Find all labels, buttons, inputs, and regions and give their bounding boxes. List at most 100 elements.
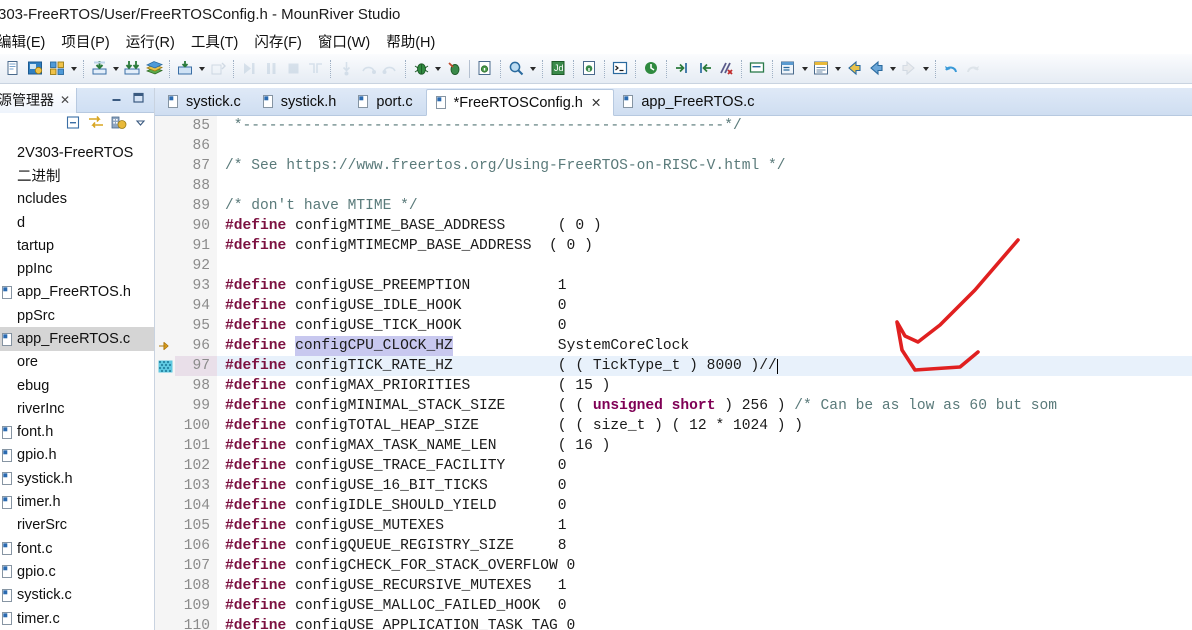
code-text[interactable]: #define configUSE_PREEMPTION 1: [217, 276, 1192, 296]
tree-item-7[interactable]: ppSrc: [0, 304, 154, 327]
tree-item-6[interactable]: app_FreeRTOS.h: [0, 281, 154, 304]
disconnect-icon[interactable]: [304, 58, 326, 80]
view-chevron-icon[interactable]: [134, 116, 147, 134]
chevron-down-icon[interactable]: [920, 67, 931, 71]
code-text[interactable]: *---------------------------------------…: [217, 116, 1192, 136]
view-menu-icon[interactable]: [111, 115, 127, 135]
forward-icon[interactable]: [865, 58, 887, 80]
code-line-103[interactable]: 103 #define configUSE_16_BIT_TICKS 0: [155, 476, 1192, 496]
chevron-down-icon[interactable]: [832, 67, 843, 71]
new-project-icon[interactable]: [24, 58, 46, 80]
code-line-110[interactable]: 110 #define configUSE_APPLICATION_TASK_TA…: [155, 616, 1192, 630]
debug-icon[interactable]: [410, 58, 432, 80]
breakpoint-marker-icon[interactable]: [155, 356, 175, 376]
close-icon[interactable]: ✕: [591, 95, 601, 110]
new-editor-icon[interactable]: [777, 58, 799, 80]
jump-arrow-marker-icon[interactable]: [155, 336, 175, 356]
chevron-down-icon[interactable]: [196, 67, 207, 71]
new-file-icon[interactable]: [2, 58, 24, 80]
menu-help[interactable]: 帮助(H): [386, 30, 442, 53]
code-text[interactable]: #define configTICK_RATE_HZ ( ( TickType_…: [217, 356, 1192, 376]
code-text[interactable]: [217, 136, 1192, 156]
chevron-down-icon[interactable]: [432, 67, 443, 71]
editor-tab-1[interactable]: systick.h: [254, 88, 350, 115]
editor-tab-2[interactable]: port.c: [349, 88, 425, 115]
build-all-icon[interactable]: [121, 58, 143, 80]
suspend-icon[interactable]: [260, 58, 282, 80]
editor-tab-3[interactable]: *FreeRTOSConfig.h ✕: [425, 89, 615, 116]
code-text[interactable]: #define configCPU_CLOCK_HZ SystemCoreClo…: [217, 336, 1192, 356]
tree-item-9[interactable]: ore: [0, 351, 154, 374]
tree-item-14[interactable]: systick.h: [0, 467, 154, 490]
code-line-106[interactable]: 106 #define configQUEUE_REGISTRY_SIZE 8: [155, 536, 1192, 556]
search-icon[interactable]: [505, 58, 527, 80]
chevron-down-icon[interactable]: [110, 67, 121, 71]
step-over-icon[interactable]: [357, 58, 379, 80]
code-line-86[interactable]: 86: [155, 136, 1192, 156]
code-line-107[interactable]: 107 #define configCHECK_FOR_STACK_OVERFLO…: [155, 556, 1192, 576]
resume-icon[interactable]: [238, 58, 260, 80]
menu-edit[interactable]: 编辑(E): [0, 30, 52, 53]
menu-tools[interactable]: 工具(T): [191, 30, 246, 53]
step-into-icon[interactable]: [335, 58, 357, 80]
download-icon[interactable]: [88, 58, 110, 80]
minimize-icon[interactable]: [110, 91, 123, 109]
code-text[interactable]: #define configMINIMAL_STACK_SIZE ( ( uns…: [217, 396, 1192, 416]
code-line-96[interactable]: 96 #define configCPU_CLOCK_HZ SystemCoreC…: [155, 336, 1192, 356]
code-line-101[interactable]: 101 #define configMAX_TASK_NAME_LEN ( 16 …: [155, 436, 1192, 456]
code-line-95[interactable]: 95 #define configUSE_TICK_HOOK 0: [155, 316, 1192, 336]
editor-tab-0[interactable]: systick.c: [159, 88, 254, 115]
code-text[interactable]: #define configQUEUE_REGISTRY_SIZE 8: [217, 536, 1192, 556]
code-line-102[interactable]: 102 #define configUSE_TRACE_FACILITY 0: [155, 456, 1192, 476]
redo-icon[interactable]: [962, 58, 984, 80]
code-text[interactable]: #define configMAX_PRIORITIES ( 15 ): [217, 376, 1192, 396]
code-text[interactable]: #define configUSE_APPLICATION_TASK_TAG 0: [217, 616, 1192, 630]
library-icon[interactable]: [143, 58, 165, 80]
code-line-87[interactable]: 87 /* See https://www.freertos.org/Using-…: [155, 156, 1192, 176]
perspective-icon[interactable]: [810, 58, 832, 80]
code-line-88[interactable]: 88: [155, 176, 1192, 196]
tree-item-18[interactable]: gpio.c: [0, 560, 154, 583]
code-text[interactable]: [217, 176, 1192, 196]
remove-markers-icon[interactable]: [715, 58, 737, 80]
code-line-97[interactable]: 97 #define configTICK_RATE_HZ ( ( TickTyp…: [155, 356, 1192, 376]
tree-item-5[interactable]: ppInc: [0, 257, 154, 280]
source-code-viewer[interactable]: 85 *------------------------------------…: [155, 116, 1192, 630]
tree-item-20[interactable]: timer.c: [0, 607, 154, 630]
menu-flash[interactable]: 闪存(F): [254, 30, 309, 53]
import-icon[interactable]: [174, 58, 196, 80]
tree-item-12[interactable]: font.h: [0, 421, 154, 444]
back-icon[interactable]: [843, 58, 865, 80]
code-text[interactable]: #define configUSE_MUTEXES 1: [217, 516, 1192, 536]
tree-item-0[interactable]: 2V303-FreeRTOS: [0, 141, 154, 164]
code-text[interactable]: #define configUSE_16_BIT_TICKS 0: [217, 476, 1192, 496]
code-line-93[interactable]: 93 #define configUSE_PREEMPTION 1: [155, 276, 1192, 296]
tree-item-3[interactable]: d: [0, 211, 154, 234]
maximize-icon[interactable]: [132, 91, 145, 109]
lock-icon[interactable]: [578, 58, 600, 80]
terminate-icon[interactable]: [282, 58, 304, 80]
code-text[interactable]: /* don't have MTIME */: [217, 196, 1192, 216]
editor-tab-4[interactable]: app_FreeRTOS.c: [614, 88, 767, 115]
tab-project-explorer[interactable]: 源管理器 ✕: [0, 87, 78, 113]
tree-item-2[interactable]: ncludes: [0, 188, 154, 211]
close-icon[interactable]: ✕: [60, 93, 70, 107]
code-line-85[interactable]: 85 *------------------------------------…: [155, 116, 1192, 136]
code-line-98[interactable]: 98 #define configMAX_PRIORITIES ( 15 ): [155, 376, 1192, 396]
new-wizard-icon[interactable]: [46, 58, 68, 80]
code-text[interactable]: #define configMTIMECMP_BASE_ADDRESS ( 0 …: [217, 236, 1192, 256]
code-line-92[interactable]: 92: [155, 256, 1192, 276]
code-line-109[interactable]: 109 #define configUSE_MALLOC_FAILED_HOOK …: [155, 596, 1192, 616]
menu-run[interactable]: 运行(R): [126, 30, 182, 53]
next-arrow-icon[interactable]: [898, 58, 920, 80]
menu-window[interactable]: 窗口(W): [318, 30, 377, 53]
code-text[interactable]: #define configUSE_TRACE_FACILITY 0: [217, 456, 1192, 476]
code-text[interactable]: #define configCHECK_FOR_STACK_OVERFLOW 0: [217, 556, 1192, 576]
tree-item-19[interactable]: systick.c: [0, 584, 154, 607]
step-return-icon[interactable]: [379, 58, 401, 80]
collapse-all-icon[interactable]: [66, 115, 81, 135]
code-line-94[interactable]: 94 #define configUSE_IDLE_HOOK 0: [155, 296, 1192, 316]
code-text[interactable]: #define configTOTAL_HEAP_SIZE ( ( size_t…: [217, 416, 1192, 436]
tree-item-17[interactable]: font.c: [0, 537, 154, 560]
export-icon[interactable]: [207, 58, 229, 80]
